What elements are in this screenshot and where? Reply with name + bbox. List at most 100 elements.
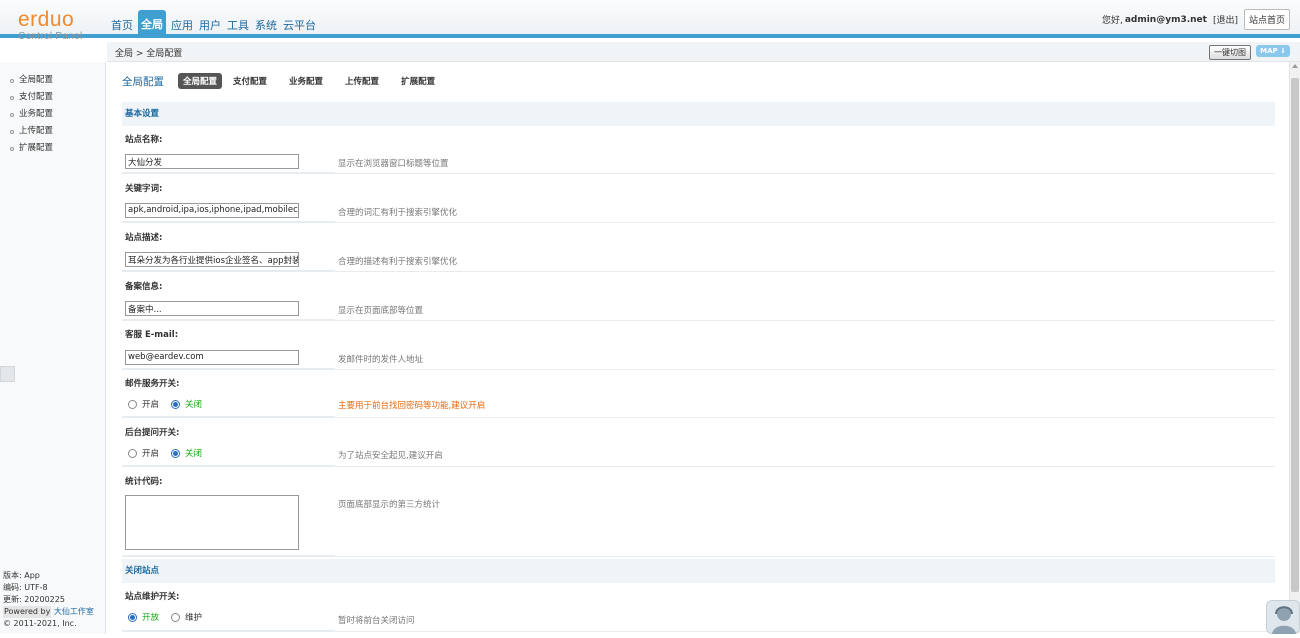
one-click-switch-button[interactable]: 一键切图 xyxy=(1209,45,1251,60)
maintenance-switch-row xyxy=(122,606,1275,632)
admin-question-switch-group: 开启 关闭 xyxy=(128,447,214,459)
stats-code-label: 统计代码: xyxy=(125,477,163,487)
logo[interactable]: erduo Control Panel xyxy=(18,8,83,42)
tab-extension[interactable]: 扩展配置 xyxy=(396,73,440,89)
breadcrumb-bar: 全局 > 全局配置 一键切图 MAP ⇓ xyxy=(107,42,1300,62)
admin-question-on-radio[interactable] xyxy=(128,448,137,458)
nav-global[interactable]: 全局 xyxy=(138,10,166,37)
copyright: © 2011-2021, Inc. xyxy=(3,619,77,628)
keywords-input[interactable]: apk,android,ipa,ios,iphone,ipad,mobileco… xyxy=(125,203,299,218)
bullet-icon xyxy=(10,95,14,100)
maintenance-switch-group: 开放 维护 xyxy=(128,611,214,623)
logout-link[interactable]: [退出] xyxy=(1213,13,1238,26)
sidebar-item-payment[interactable]: 支付配置 xyxy=(0,89,105,106)
maintenance-maintain-radio[interactable] xyxy=(171,612,181,622)
icp-hint: 显示在页面底部等位置 xyxy=(338,306,424,316)
mail-switch-row xyxy=(122,393,1275,418)
sidebar-item-business[interactable]: 业务配置 xyxy=(0,106,105,123)
keywords-hint: 合理的词汇有利于搜索引擎优化 xyxy=(338,208,458,218)
bullet-icon xyxy=(10,129,14,134)
maintenance-open-radio[interactable] xyxy=(128,612,137,622)
sidebar-item-label: 全局配置 xyxy=(19,75,54,85)
mail-switch-hint: 主要用于前台找回密码等功能,建议开启 xyxy=(338,401,486,411)
sidebar-item-global[interactable]: 全局配置 xyxy=(0,72,105,89)
mail-switch-group: 开启 关闭 xyxy=(128,398,214,410)
chat-widget-button[interactable] xyxy=(1266,600,1300,634)
sidebar-footer: 版本: App 编码: UTF-8 更新: 20200225 Powered b… xyxy=(3,570,94,630)
scroll-up-arrow-icon[interactable] xyxy=(1290,62,1300,70)
breadcrumb: 全局 > 全局配置 xyxy=(115,49,183,59)
top-header: erduo Control Panel 首页 全局 应用 用户 工具 系统 云平… xyxy=(0,0,1300,42)
email-label: 客服 E-mail: xyxy=(125,330,179,340)
nav-home[interactable]: 首页 xyxy=(108,10,136,37)
nav-apps[interactable]: 应用 xyxy=(168,10,196,37)
nav-system[interactable]: 系统 xyxy=(252,10,280,37)
stats-code-textarea[interactable] xyxy=(125,495,299,550)
site-name-hint: 显示在浏览器窗口标题等位置 xyxy=(338,159,449,169)
sidebar-item-label: 上传配置 xyxy=(19,126,54,136)
sidebar-collapse-handle[interactable] xyxy=(0,366,15,382)
page-title: 全局配置 xyxy=(122,75,164,88)
version-text: 版本: App xyxy=(3,571,40,580)
nav-cloud[interactable]: 云平台 xyxy=(280,10,319,37)
maintenance-hint: 暂时将前台关闭访问 xyxy=(338,616,415,626)
maintenance-switch-label: 站点维护开关: xyxy=(125,592,180,602)
top-nav: 首页 全局 应用 用户 工具 系统 云平台 xyxy=(108,10,319,37)
tab-global[interactable]: 全局配置 xyxy=(178,73,223,89)
maintenance-open-label: 开放 xyxy=(142,613,160,623)
username: admin@ym3.net xyxy=(1124,14,1207,25)
user-bar: 您好, admin@ym3.net [退出] 站点首页 xyxy=(1102,9,1290,30)
main-content: 全局配置 全局配置 支付配置 业务配置 上传配置 扩展配置 基本设置 站点名称:… xyxy=(107,62,1289,634)
updated-text: 更新: 20200225 xyxy=(3,595,65,604)
encoding-text: 编码: UTF-8 xyxy=(3,583,48,592)
scrollbar-thumb[interactable] xyxy=(1291,78,1299,592)
support-avatar-icon xyxy=(1272,606,1296,634)
tab-upload[interactable]: 上传配置 xyxy=(340,73,384,89)
powered-by: Powered by xyxy=(3,606,52,618)
sidebar-item-upload[interactable]: 上传配置 xyxy=(0,123,105,140)
keywords-label: 关键字词: xyxy=(125,184,163,194)
description-hint: 合理的描述有利于搜索引擎优化 xyxy=(338,257,458,267)
map-button[interactable]: MAP ⇓ xyxy=(1256,45,1290,57)
greeting: 您好, xyxy=(1101,16,1123,26)
admin-question-off-label: 关闭 xyxy=(185,449,203,459)
admin-question-off-radio[interactable] xyxy=(171,448,181,458)
nav-tools[interactable]: 工具 xyxy=(224,10,252,37)
config-tabs: 全局配置 全局配置 支付配置 业务配置 上传配置 扩展配置 xyxy=(122,73,452,89)
mail-switch-off-radio[interactable] xyxy=(171,399,181,409)
admin-question-switch-row xyxy=(122,441,1275,467)
logo-brand: erduo xyxy=(18,8,75,31)
bullet-icon xyxy=(10,112,14,117)
studio-link[interactable]: 大仙工作室 xyxy=(54,607,94,616)
admin-question-hint: 为了站点安全起见,建议开启 xyxy=(338,451,443,461)
icp-input[interactable]: 备案中... xyxy=(125,301,299,316)
vertical-scrollbar[interactable] xyxy=(1289,62,1300,634)
maintenance-maintain-label: 维护 xyxy=(185,613,203,623)
site-name-input[interactable]: 大仙分发 xyxy=(125,154,299,169)
site-name-label: 站点名称: xyxy=(125,135,163,145)
sidebar-item-label: 扩展配置 xyxy=(19,143,54,153)
bullet-icon xyxy=(10,78,14,83)
stats-code-hint: 页面底部显示的第三方统计 xyxy=(338,500,441,510)
email-input[interactable]: web@eardev.com xyxy=(125,350,299,365)
description-label: 站点描述: xyxy=(125,233,163,243)
mail-switch-on-radio[interactable] xyxy=(128,399,137,409)
mail-switch-off-label: 关闭 xyxy=(185,400,203,410)
tab-business[interactable]: 业务配置 xyxy=(284,73,328,89)
sidebar-item-label: 业务配置 xyxy=(19,109,54,119)
site-home-button[interactable]: 站点首页 xyxy=(1243,9,1290,30)
admin-question-switch-label: 后台提问开关: xyxy=(125,428,180,438)
section-basic-settings: 基本设置 xyxy=(122,102,1275,126)
email-hint: 发邮件时的发件人地址 xyxy=(338,355,424,365)
bullet-icon xyxy=(10,146,14,151)
sidebar: 全局配置 支付配置 业务配置 上传配置 扩展配置 版本: App 编码: UTF… xyxy=(0,62,106,634)
nav-users[interactable]: 用户 xyxy=(196,10,224,37)
mail-switch-label: 邮件服务开关: xyxy=(125,379,180,389)
tab-payment[interactable]: 支付配置 xyxy=(228,73,272,89)
section-close-site: 关闭站点 xyxy=(122,559,1275,583)
logo-subtitle: Control Panel xyxy=(18,31,83,42)
sidebar-item-label: 支付配置 xyxy=(19,92,54,102)
sidebar-item-extension[interactable]: 扩展配置 xyxy=(0,140,105,157)
icp-label: 备案信息: xyxy=(125,282,163,292)
description-input[interactable]: 耳朵分发为各行业提供ios企业签名、app封装、 xyxy=(125,252,299,267)
